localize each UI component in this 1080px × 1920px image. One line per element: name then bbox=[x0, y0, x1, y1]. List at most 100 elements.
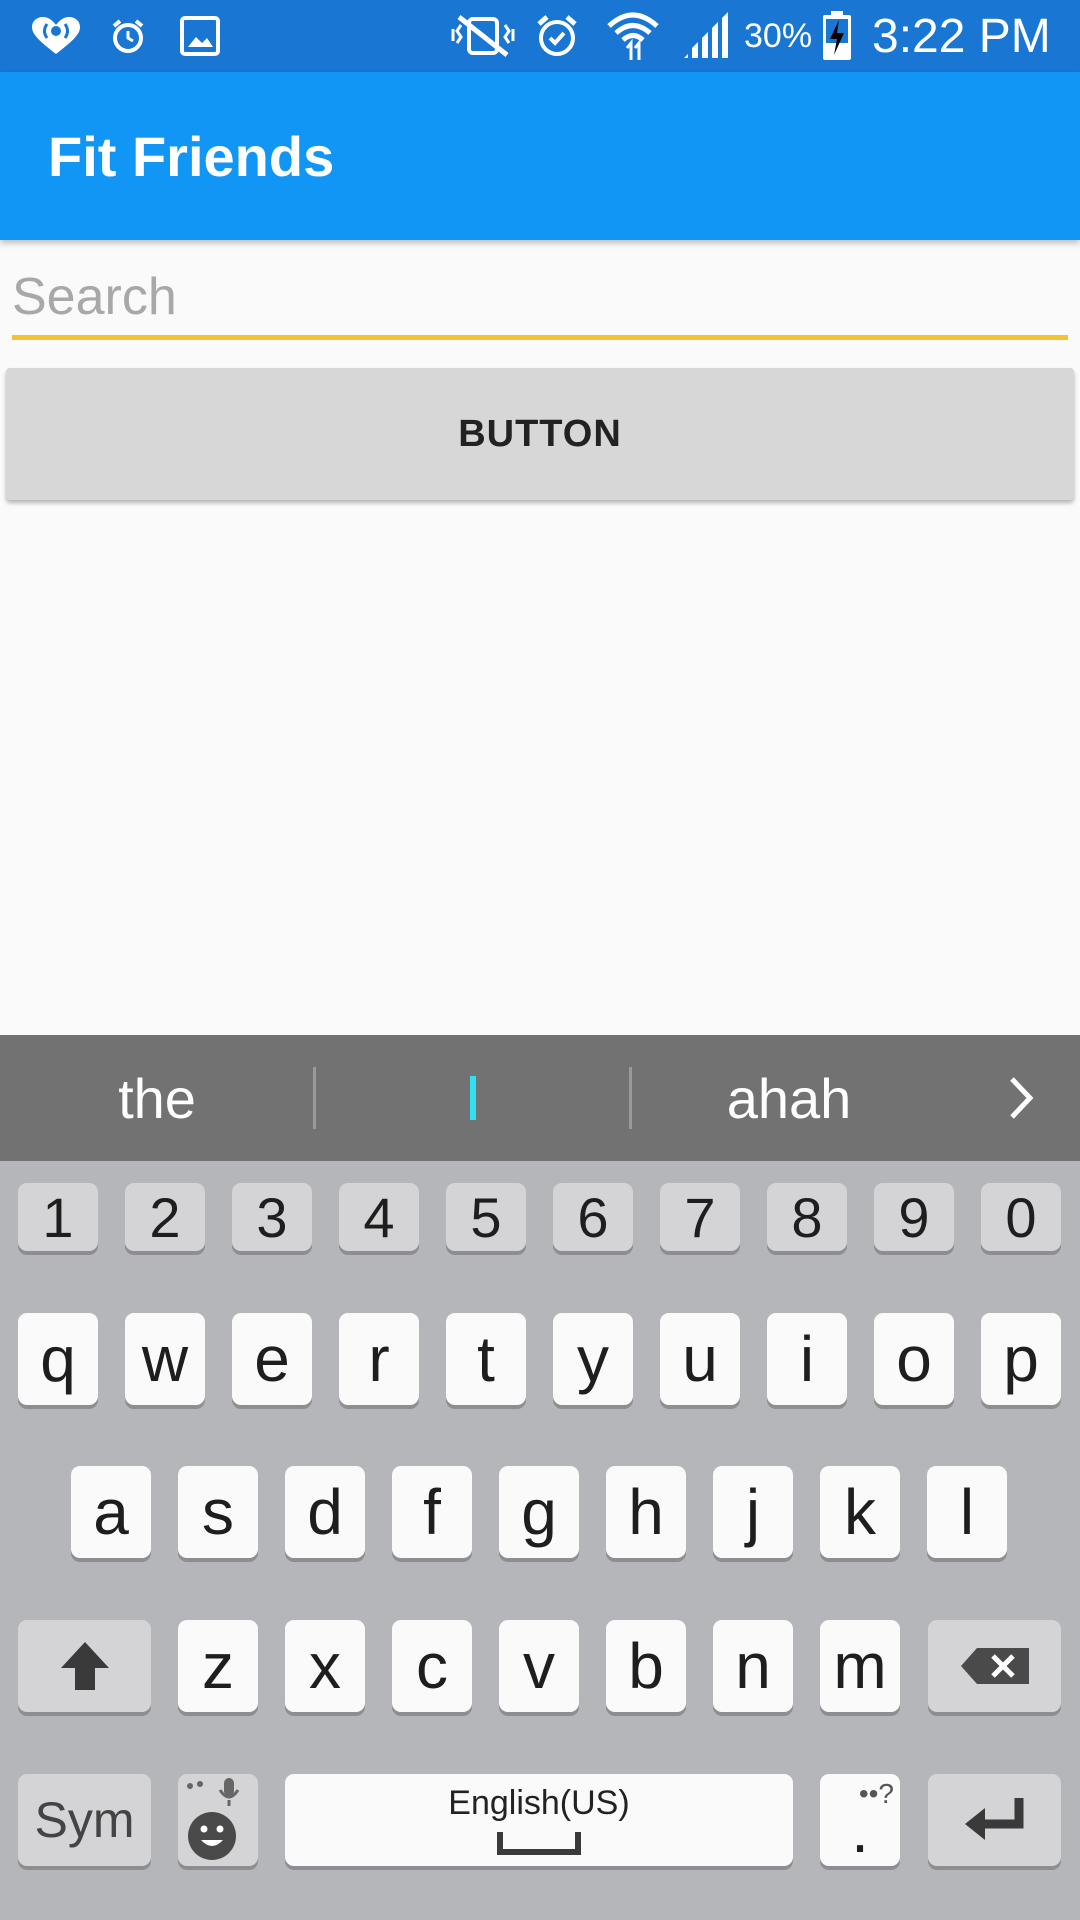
key-e[interactable]: e bbox=[232, 1313, 312, 1405]
key-label: v bbox=[523, 1630, 555, 1702]
key-label: l bbox=[959, 1476, 975, 1548]
status-bar: 30% 3:22 PM bbox=[0, 0, 1080, 72]
key-label: m bbox=[833, 1630, 887, 1702]
key-9[interactable]: 9 bbox=[874, 1183, 954, 1251]
punctuation-hint-icon: ••? bbox=[858, 1778, 894, 1809]
backspace-key[interactable] bbox=[928, 1620, 1061, 1712]
key-f[interactable]: f bbox=[392, 1466, 472, 1558]
key-label: c bbox=[416, 1630, 448, 1702]
key-w[interactable]: w bbox=[125, 1313, 205, 1405]
shift-key[interactable] bbox=[18, 1620, 151, 1712]
suggestion-middle[interactable] bbox=[316, 1035, 630, 1161]
search-input[interactable] bbox=[12, 262, 1068, 340]
emoji-mic-icon bbox=[187, 1778, 240, 1860]
battery-percent: 30% bbox=[744, 16, 813, 55]
key-r[interactable]: r bbox=[339, 1313, 419, 1405]
key-label: 4 bbox=[363, 1185, 395, 1249]
key-label: s bbox=[202, 1476, 234, 1548]
key-t[interactable]: t bbox=[446, 1313, 526, 1405]
key-label: e bbox=[254, 1323, 290, 1395]
key-i[interactable]: i bbox=[767, 1313, 847, 1405]
gallery-icon bbox=[178, 10, 222, 62]
key-7[interactable]: 7 bbox=[660, 1183, 740, 1251]
space-key[interactable]: English(US) bbox=[285, 1774, 793, 1866]
sym-key[interactable]: Sym bbox=[18, 1774, 151, 1866]
key-label: 1 bbox=[42, 1185, 74, 1249]
key-z[interactable]: z bbox=[178, 1620, 258, 1712]
key-q[interactable]: q bbox=[18, 1313, 98, 1405]
key-label: h bbox=[628, 1476, 664, 1548]
key-label: 2 bbox=[149, 1185, 181, 1249]
key-label: o bbox=[896, 1323, 932, 1395]
key-k[interactable]: k bbox=[820, 1466, 900, 1558]
key-label: f bbox=[423, 1476, 441, 1548]
enter-icon bbox=[964, 1798, 1023, 1840]
key-label: 6 bbox=[577, 1185, 609, 1249]
key-c[interactable]: c bbox=[392, 1620, 472, 1712]
status-time: 3:22 PM bbox=[872, 9, 1051, 63]
key-h[interactable]: h bbox=[606, 1466, 686, 1558]
suggestion-right[interactable]: ahah bbox=[632, 1035, 946, 1161]
key-label: g bbox=[521, 1476, 557, 1548]
key-label: w bbox=[141, 1323, 189, 1395]
key-label: j bbox=[745, 1476, 761, 1548]
key-label: a bbox=[93, 1476, 129, 1548]
app-bar: Fit Friends bbox=[0, 72, 1080, 240]
key-l[interactable]: l bbox=[927, 1466, 1007, 1558]
key-6[interactable]: 6 bbox=[553, 1183, 633, 1251]
key-m[interactable]: m bbox=[820, 1620, 900, 1712]
keyboard: 1 2 3 4 5 6 7 8 9 0 q w e r t y u i o p … bbox=[0, 1161, 1080, 1920]
alarm-icon bbox=[532, 10, 582, 62]
key-label: x bbox=[309, 1630, 341, 1702]
key-0[interactable]: 0 bbox=[981, 1183, 1061, 1251]
key-label: 8 bbox=[791, 1185, 823, 1249]
key-g[interactable]: g bbox=[499, 1466, 579, 1558]
key-label: d bbox=[307, 1476, 343, 1548]
key-a[interactable]: a bbox=[71, 1466, 151, 1558]
space-bar-icon bbox=[497, 1832, 581, 1855]
key-b[interactable]: b bbox=[606, 1620, 686, 1712]
shift-arrow-icon bbox=[60, 1642, 109, 1690]
key-label: q bbox=[40, 1323, 76, 1395]
key-8[interactable]: 8 bbox=[767, 1183, 847, 1251]
key-y[interactable]: y bbox=[553, 1313, 633, 1405]
key-label: p bbox=[1003, 1323, 1039, 1395]
key-label: z bbox=[202, 1630, 234, 1702]
wifi-icon bbox=[604, 10, 662, 62]
key-3[interactable]: 3 bbox=[232, 1183, 312, 1251]
key-1[interactable]: 1 bbox=[18, 1183, 98, 1251]
key-2[interactable]: 2 bbox=[125, 1183, 205, 1251]
key-label: 5 bbox=[470, 1185, 502, 1249]
battery-charging-icon bbox=[820, 10, 854, 62]
key-label: k bbox=[844, 1476, 876, 1548]
vibrate-mute-icon bbox=[446, 10, 520, 62]
period-key[interactable]: ••? . bbox=[820, 1774, 900, 1866]
key-p[interactable]: p bbox=[981, 1313, 1061, 1405]
app-title: Fit Friends bbox=[48, 125, 335, 188]
key-n[interactable]: n bbox=[713, 1620, 793, 1712]
key-label: r bbox=[368, 1323, 390, 1395]
suggestion-left[interactable]: the bbox=[0, 1035, 314, 1161]
iheartradio-icon bbox=[28, 10, 84, 62]
key-v[interactable]: v bbox=[499, 1620, 579, 1712]
key-x[interactable]: x bbox=[285, 1620, 365, 1712]
emoji-voice-key[interactable] bbox=[178, 1774, 258, 1866]
signal-icon bbox=[678, 10, 734, 62]
key-d[interactable]: d bbox=[285, 1466, 365, 1558]
chevron-right-icon[interactable] bbox=[986, 1035, 1056, 1161]
alarm-clock-icon bbox=[106, 10, 150, 62]
key-4[interactable]: 4 bbox=[339, 1183, 419, 1251]
key-label: 0 bbox=[1005, 1185, 1037, 1249]
key-o[interactable]: o bbox=[874, 1313, 954, 1405]
key-label: i bbox=[799, 1323, 815, 1395]
backspace-icon bbox=[960, 1648, 1029, 1684]
key-j[interactable]: j bbox=[713, 1466, 793, 1558]
key-label: Sym bbox=[34, 1792, 135, 1848]
enter-key[interactable] bbox=[928, 1774, 1061, 1866]
key-u[interactable]: u bbox=[660, 1313, 740, 1405]
key-5[interactable]: 5 bbox=[446, 1183, 526, 1251]
main-button[interactable]: BUTTON bbox=[6, 368, 1074, 500]
key-s[interactable]: s bbox=[178, 1466, 258, 1558]
key-label: n bbox=[735, 1630, 771, 1702]
key-label: 7 bbox=[684, 1185, 716, 1249]
